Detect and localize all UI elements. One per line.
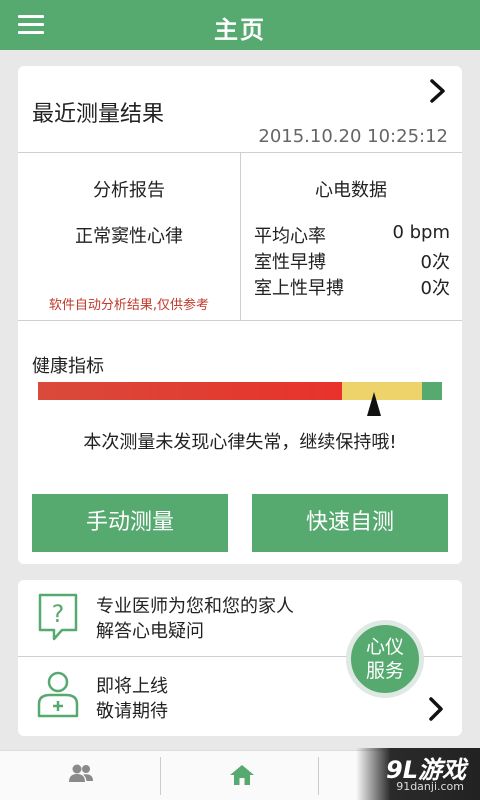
- health-bar-red-segment: [38, 382, 342, 400]
- coming-soon-line2: 敬请期待: [96, 701, 168, 722]
- question-bubble-icon: ?: [38, 593, 78, 641]
- heart-service-badge[interactable]: 心仪 服务: [346, 620, 424, 698]
- people-icon: [69, 764, 93, 782]
- badge-line1: 心仪: [365, 636, 404, 658]
- analysis-disclaimer: 软件自动分析结果,仅供参考: [48, 298, 210, 313]
- manual-measure-button[interactable]: 手动测量: [32, 494, 228, 552]
- analysis-result: 正常窦性心律: [75, 226, 183, 247]
- ecg-row-label: 平均心率: [254, 226, 326, 247]
- doctor-service-line2: 解答心电疑问: [96, 621, 204, 642]
- divider: [18, 320, 462, 321]
- tab-separator: [318, 757, 319, 795]
- page-title: 主页: [214, 16, 266, 44]
- ecg-row-label: 室上性早搏: [254, 278, 344, 299]
- coming-soon-text[interactable]: 即将上线 敬请期待: [96, 674, 168, 724]
- quick-self-test-button[interactable]: 快速自测: [252, 494, 448, 552]
- ecg-data-title: 心电数据: [315, 180, 387, 201]
- ecg-row-label: 室性早搏: [254, 252, 326, 273]
- top-bar: 主页: [0, 0, 480, 50]
- coming-soon-line1: 即将上线: [96, 676, 168, 697]
- ecg-row-value: 0次: [420, 252, 450, 273]
- badge-line2: 服务: [365, 660, 404, 682]
- recent-results-title[interactable]: 最近测量结果: [32, 96, 164, 128]
- watermark-url: 91danji.com: [396, 780, 464, 793]
- health-bar-yellow-segment: [342, 382, 422, 400]
- doctor-service-text[interactable]: 专业医师为您和您的家人 解答心电疑问: [96, 594, 294, 644]
- chevron-right-icon[interactable]: [426, 696, 446, 722]
- recent-measurement-card: 最近测量结果 2015.10.20 10:25:12 分析报告 正常窦性心律 软…: [18, 66, 462, 564]
- health-index-label: 健康指标: [32, 356, 104, 377]
- home-icon: [230, 765, 254, 785]
- tab-home[interactable]: [161, 751, 321, 800]
- tab-people[interactable]: [0, 751, 160, 800]
- measurement-timestamp: 2015.10.20 10:25:12: [258, 126, 448, 147]
- health-marker-icon: [367, 392, 381, 416]
- analysis-report-title: 分析报告: [93, 180, 165, 201]
- health-bar-green-segment: [422, 382, 442, 400]
- ecg-row-value: 0次: [420, 278, 450, 299]
- health-message: 本次测量未发现心律失常，继续保持哦!: [83, 432, 397, 453]
- ecg-row-value: 0 bpm: [392, 222, 450, 243]
- svg-text:?: ?: [52, 600, 65, 628]
- watermark-logo: 9L游戏 91danji.com: [356, 748, 480, 800]
- chevron-right-icon[interactable]: [426, 78, 450, 104]
- add-user-icon: [37, 671, 79, 718]
- doctor-service-line1: 专业医师为您和您的家人: [96, 596, 294, 617]
- health-index-bar: [38, 382, 442, 400]
